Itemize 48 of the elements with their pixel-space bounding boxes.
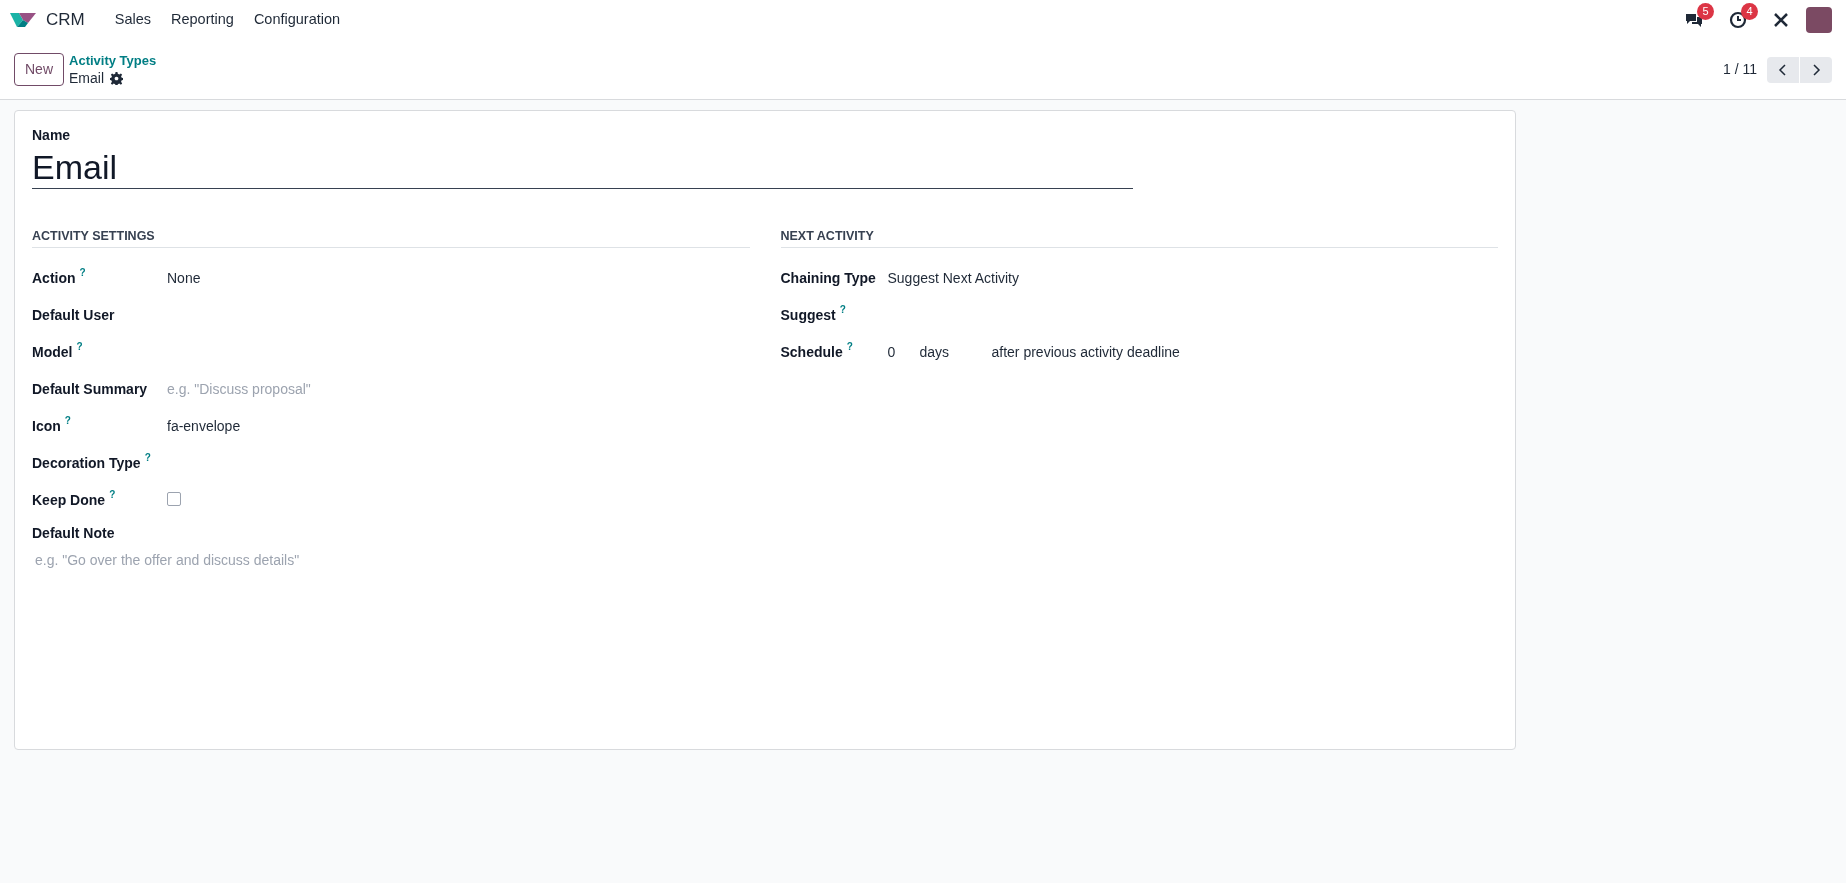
help-tooltip[interactable]: ? bbox=[144, 452, 151, 463]
input-field[interactable]: 0 bbox=[887, 341, 920, 363]
field-label: Default Summary bbox=[32, 379, 148, 399]
chat-icon[interactable] bbox=[1685, 11, 1703, 29]
breadcrumb-link[interactable]: Activity Types bbox=[69, 52, 157, 69]
field-label: Action bbox=[32, 268, 76, 288]
field-label: Name bbox=[32, 126, 72, 145]
next-button[interactable] bbox=[1800, 56, 1832, 83]
new-button[interactable]: New bbox=[14, 53, 64, 86]
field-label: Default User bbox=[32, 305, 115, 325]
note-field[interactable]: e.g. "Go over the offer and discuss details" bbox=[35, 549, 635, 571]
section-heading: ACTIVITY SETTINGS bbox=[32, 227, 750, 248]
field-label: Default Note bbox=[32, 523, 115, 543]
count-badge: 4 bbox=[1741, 3, 1758, 20]
field-label: Model bbox=[32, 342, 73, 362]
field-value[interactable]: None bbox=[167, 267, 201, 289]
help-tooltip[interactable]: ? bbox=[79, 267, 86, 278]
name-field[interactable]: Email bbox=[32, 146, 1133, 189]
help-tooltip[interactable]: ? bbox=[64, 415, 71, 426]
section-heading: NEXT ACTIVITY bbox=[780, 227, 1498, 248]
clock-icon[interactable] bbox=[1729, 11, 1747, 29]
field-label: Decoration Type bbox=[32, 453, 141, 473]
field-label: Schedule bbox=[780, 342, 843, 362]
pager-value: 1 / 11 bbox=[1723, 60, 1757, 79]
previous-button[interactable] bbox=[1767, 56, 1799, 83]
field-value[interactable]: fa-envelope bbox=[167, 415, 241, 437]
input-field[interactable]: e.g. "Discuss proposal" bbox=[167, 378, 467, 400]
record-title: Email bbox=[69, 69, 105, 87]
field-value: after previous activity deadline bbox=[991, 342, 1180, 362]
checkbox[interactable] bbox=[167, 491, 181, 506]
field-label: Icon bbox=[32, 416, 61, 436]
menu-item[interactable]: Sales bbox=[104, 9, 161, 31]
input-field[interactable]: days bbox=[919, 341, 992, 363]
menu-item[interactable]: Reporting bbox=[161, 9, 244, 31]
app-name[interactable]: CRM bbox=[46, 7, 85, 33]
help-tooltip[interactable]: ? bbox=[846, 341, 853, 352]
count-badge: 5 bbox=[1697, 3, 1714, 20]
help-tooltip[interactable]: ? bbox=[76, 341, 83, 352]
field-label: Suggest bbox=[780, 305, 836, 325]
help-tooltip[interactable]: ? bbox=[109, 489, 116, 500]
tools-icon[interactable] bbox=[1772, 11, 1790, 29]
app-logo-icon[interactable] bbox=[10, 11, 36, 29]
field-label: Keep Done bbox=[32, 490, 106, 510]
field-label: Chaining Type bbox=[780, 268, 876, 288]
field-value[interactable]: Suggest Next Activity bbox=[887, 267, 1019, 289]
menu-item[interactable]: Configuration bbox=[243, 9, 351, 31]
settings-icon[interactable] bbox=[110, 71, 124, 85]
help-tooltip[interactable]: ? bbox=[839, 304, 846, 315]
